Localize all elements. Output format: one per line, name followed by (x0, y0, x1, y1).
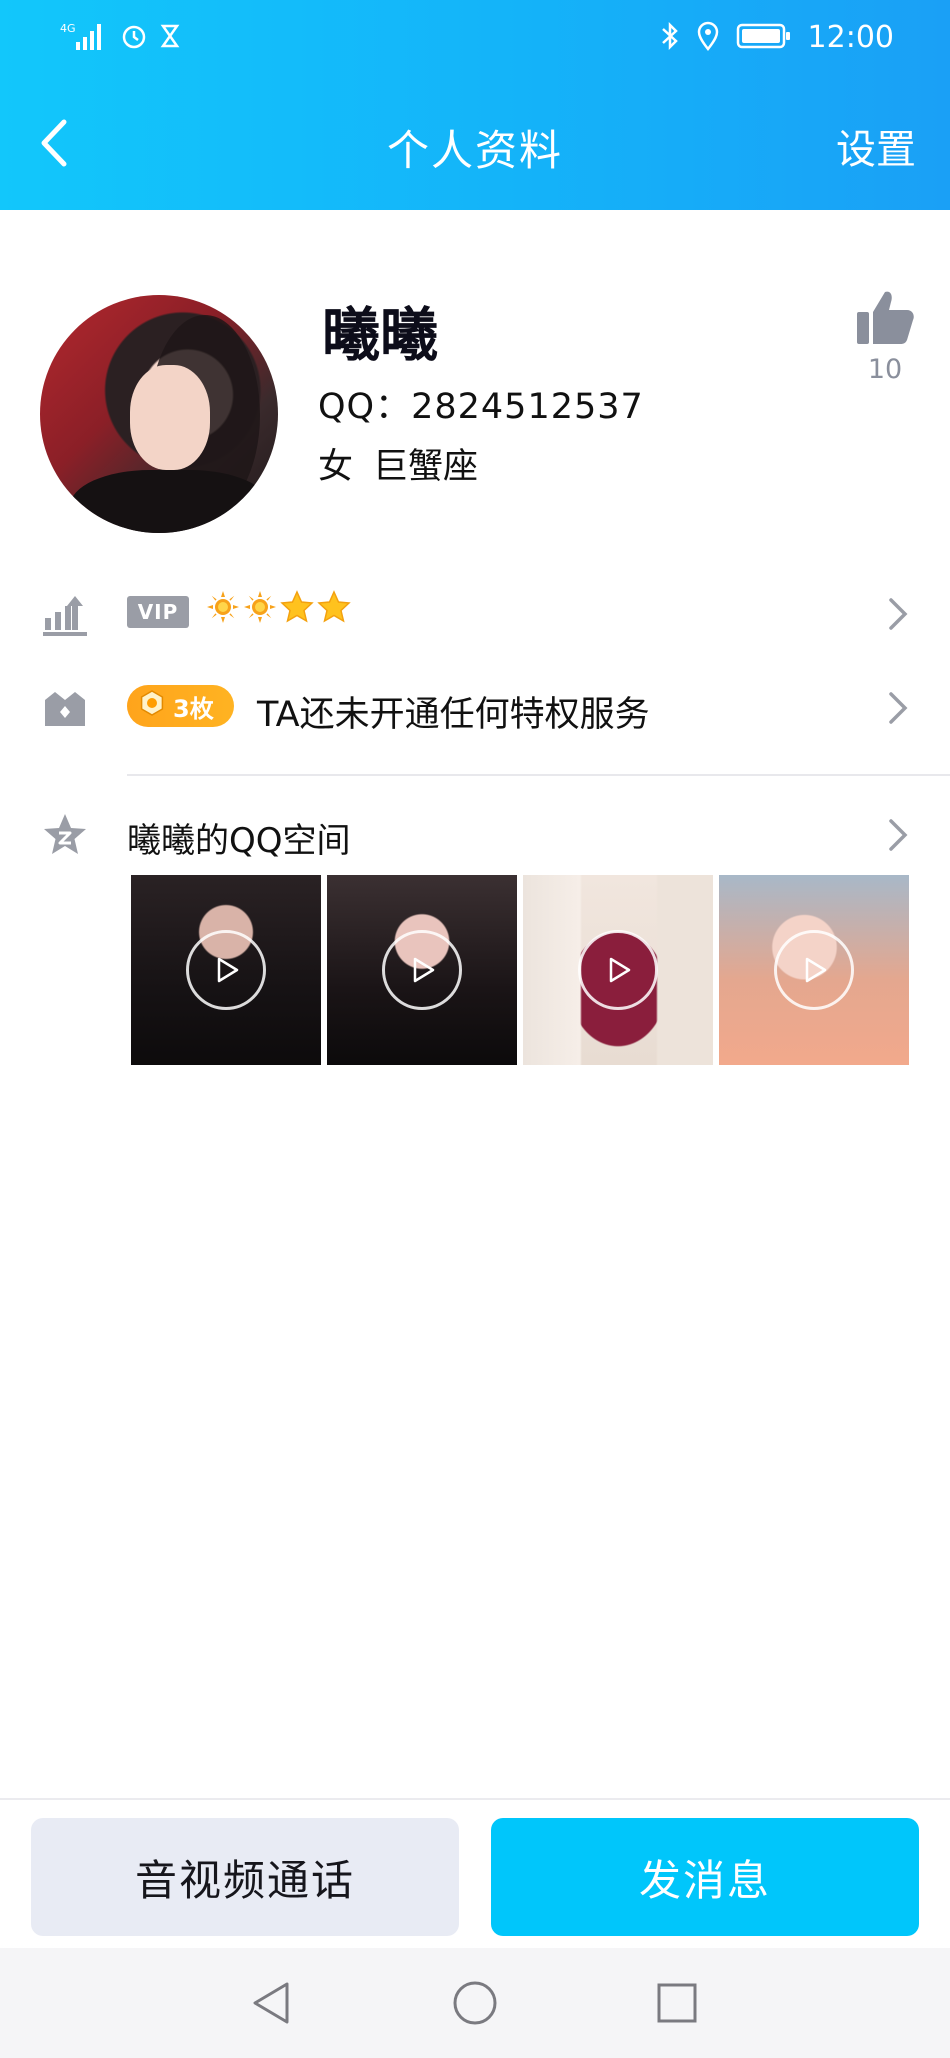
privilege-text: TA还未开通任何特权服务 (257, 695, 650, 735)
coin-count: 3枚 (173, 694, 214, 723)
play-icon (774, 930, 854, 1010)
nav-recents-icon[interactable] (652, 1978, 702, 2028)
bluetooth-icon (660, 21, 680, 55)
play-icon (382, 930, 462, 1010)
avatar-shirt (70, 470, 270, 533)
profile-card: 曦曦 QQ：2824512537 女巨蟹座 10 (0, 210, 950, 550)
crown-icon (40, 684, 90, 734)
coin-icon (139, 690, 165, 722)
status-bar: 4G 12:00 (0, 0, 950, 80)
star-icon (280, 590, 314, 628)
header: 4G 12:00 个人资料 设置 (0, 0, 950, 210)
vip-badge: VIP (127, 596, 189, 628)
chevron-right-icon (886, 594, 910, 634)
signal-icon: 4G (60, 20, 108, 56)
qzone-star-icon (40, 811, 90, 861)
constellation: 巨蟹座 (373, 447, 479, 487)
avatar[interactable] (40, 295, 278, 533)
qzone-label: 曦曦的QQ空间 (127, 821, 351, 861)
qq-number: QQ：2824512537 (318, 387, 644, 427)
gender-constellation: 女巨蟹座 (318, 438, 478, 489)
action-bar: 音视频通话 发消息 (0, 1798, 950, 1948)
nav-home-icon[interactable] (450, 1978, 500, 2028)
send-message-button[interactable]: 发消息 (491, 1818, 919, 1936)
like-count: 10 (867, 354, 903, 385)
status-left: 4G (60, 20, 180, 56)
sun-icon (206, 590, 240, 628)
gender: 女 (318, 447, 354, 487)
nav-bar: 个人资料 设置 (0, 95, 950, 195)
nav-back-icon[interactable] (246, 1978, 296, 2028)
privilege-row[interactable]: 3枚 TA还未开通任何特权服务 (0, 666, 950, 746)
video-thumb-1[interactable] (131, 875, 321, 1065)
qzone-row[interactable]: 曦曦的QQ空间 (0, 793, 950, 873)
level-icons (206, 590, 351, 628)
video-thumb-2[interactable] (327, 875, 517, 1065)
nickname: 曦曦 (322, 301, 439, 369)
play-icon (186, 930, 266, 1010)
status-time: 12:00 (807, 20, 894, 55)
avatar-face (130, 365, 210, 470)
chevron-right-icon (886, 815, 910, 855)
divider (127, 774, 950, 776)
system-nav-bar (0, 1948, 950, 2058)
video-thumb-3[interactable] (523, 875, 713, 1065)
alarm-icon (120, 22, 148, 54)
vip-level-row[interactable]: VIP (0, 572, 950, 652)
thumbs-up-icon (855, 291, 915, 350)
settings-button[interactable]: 设置 (836, 117, 916, 175)
svg-text:4G: 4G (60, 22, 76, 35)
av-call-button[interactable]: 音视频通话 (31, 1818, 459, 1936)
qzone-photo-grid (131, 875, 909, 1065)
video-thumb-4[interactable] (719, 875, 909, 1065)
status-right: 12:00 (660, 20, 894, 55)
page-title: 个人资料 (386, 126, 563, 175)
sun-icon (243, 590, 277, 628)
coin-badge: 3枚 (127, 685, 234, 727)
chevron-right-icon (886, 688, 910, 728)
location-icon (696, 21, 720, 55)
play-icon (578, 930, 658, 1010)
like-button[interactable]: 10 (850, 288, 920, 385)
battery-icon (736, 22, 792, 54)
star-icon (317, 590, 351, 628)
level-up-icon (40, 590, 90, 640)
hourglass-icon (160, 23, 180, 53)
